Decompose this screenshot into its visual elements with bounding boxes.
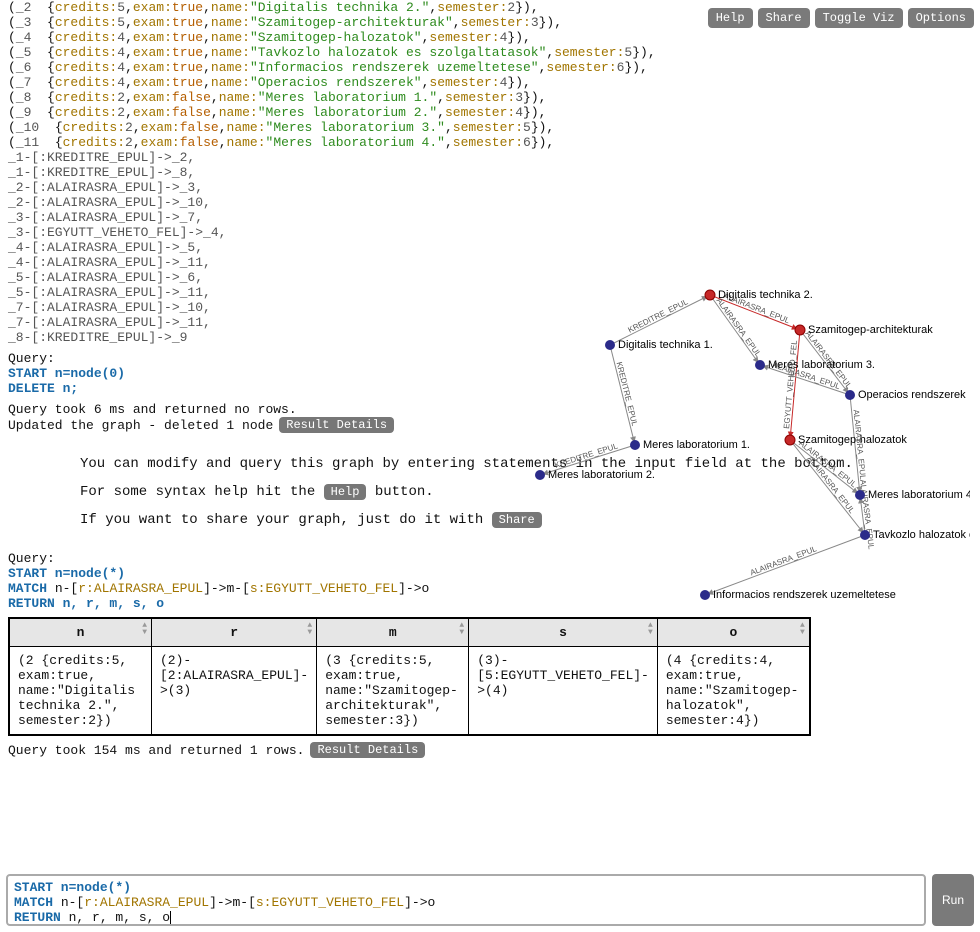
col-r[interactable]: r▲▼ xyxy=(152,618,317,647)
help-button-inline[interactable]: Help xyxy=(324,484,367,500)
hints-block: You can modify and query this graph by e… xyxy=(80,453,974,531)
options-button[interactable]: Options xyxy=(908,8,974,28)
help-button[interactable]: Help xyxy=(708,8,753,28)
col-s[interactable]: s▲▼ xyxy=(469,618,658,647)
table-cell: (2)-[2:ALAIRASRA_EPUL]->(3) xyxy=(152,647,317,736)
table-cell: (2 {credits:5, exam:true, name:"Digitali… xyxy=(9,647,152,736)
share-button[interactable]: Share xyxy=(758,8,810,28)
toggle-viz-button[interactable]: Toggle Viz xyxy=(815,8,903,28)
query2-took: Query took 154 ms and returned 1 rows. xyxy=(8,743,304,758)
query1-line1: START n=node(0) xyxy=(8,366,125,381)
sort-icon: ▲▼ xyxy=(142,622,147,636)
col-n[interactable]: n▲▼ xyxy=(9,618,152,647)
share-button-inline[interactable]: Share xyxy=(492,512,542,528)
table-cell: (3)-[5:EGYUTT_VEHETO_FEL]->(4) xyxy=(469,647,658,736)
sort-icon: ▲▼ xyxy=(800,622,805,636)
table-cell: (4 {credits:4, exam:true, name:"Szamitog… xyxy=(657,647,810,736)
run-button[interactable]: Run xyxy=(932,874,974,926)
result-details-button-2[interactable]: Result Details xyxy=(310,742,425,758)
table-cell: (3 {credits:5, exam:true, name:"Szamitog… xyxy=(317,647,469,736)
query2-block: Query: START n=node(*) MATCH n-[r:ALAIRA… xyxy=(8,551,974,611)
query1-took: Query took 6 ms and returned no rows. xyxy=(8,402,974,417)
sort-icon: ▲▼ xyxy=(648,622,653,636)
results-table: n▲▼r▲▼m▲▼s▲▼o▲▼ (2 {credits:5, exam:true… xyxy=(8,617,811,736)
query1-line2: DELETE n; xyxy=(8,381,78,396)
col-o[interactable]: o▲▼ xyxy=(657,618,810,647)
query-input[interactable]: START n=node(*) MATCH n-[r:ALAIRASRA_EPU… xyxy=(6,874,926,926)
sort-icon: ▲▼ xyxy=(307,622,312,636)
result-details-button-1[interactable]: Result Details xyxy=(279,417,394,433)
caret-icon xyxy=(170,911,171,924)
query1-updated: Updated the graph - deleted 1 node xyxy=(8,418,273,433)
setup-code: (_2 {credits:5,exam:true,name:"Digitalis… xyxy=(8,0,974,345)
query1-block: Query: START n=node(0) DELETE n; xyxy=(8,351,974,396)
top-toolbar: Help Share Toggle Viz Options xyxy=(708,8,974,28)
col-m[interactable]: m▲▼ xyxy=(317,618,469,647)
hint-line1: You can modify and query this graph by e… xyxy=(80,453,974,475)
sort-icon: ▲▼ xyxy=(459,622,464,636)
